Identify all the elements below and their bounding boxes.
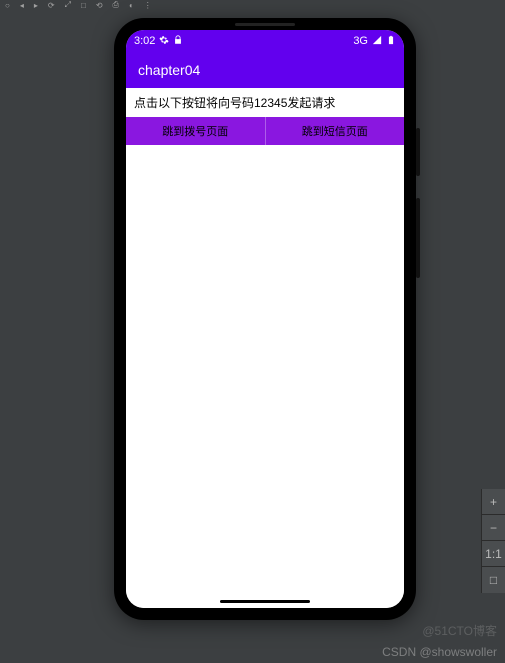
network-label: 3G xyxy=(353,35,368,47)
ide-toolbar-icon[interactable]: ◐ xyxy=(129,1,134,10)
ide-toolbar-icon[interactable]: ◂ xyxy=(20,1,24,10)
ide-toolbar-icon[interactable]: ⟳ xyxy=(48,1,55,10)
volume-button[interactable] xyxy=(416,198,420,278)
zoom-out-button[interactable]: − xyxy=(482,515,505,541)
emulator-zoom-controls: + − 1:1 □ xyxy=(481,489,505,593)
ide-toolbar: ○ ◂ ▸ ⟳ ⤢ □ ⟲ ⎙ ◐ ⋮ xyxy=(0,0,505,10)
lock-icon xyxy=(173,35,183,48)
watermark-secondary: @51CTO博客 xyxy=(422,622,497,639)
power-button[interactable] xyxy=(416,128,420,176)
ide-toolbar-icon[interactable]: ⤢ xyxy=(65,0,71,10)
nav-gesture-bar[interactable] xyxy=(220,600,310,603)
watermark-primary: CSDN @showswoller xyxy=(382,645,497,659)
sms-button[interactable]: 跳到短信页面 xyxy=(266,117,405,145)
gear-icon xyxy=(159,35,169,48)
ide-toolbar-icon[interactable]: ⟲ xyxy=(96,1,103,10)
status-bar: 3:02 3G xyxy=(126,30,404,52)
app-bar: chapter04 xyxy=(126,52,404,88)
phone-speaker xyxy=(235,23,295,26)
ide-toolbar-icon[interactable]: □ xyxy=(81,1,86,10)
ide-toolbar-icon[interactable]: ▸ xyxy=(34,1,38,10)
app-title: chapter04 xyxy=(138,62,200,78)
dial-button[interactable]: 跳到拨号页面 xyxy=(126,117,266,145)
zoom-fit-button[interactable]: □ xyxy=(482,567,505,593)
instruction-text: 点击以下按钮将向号码12345发起请求 xyxy=(126,88,404,117)
zoom-1to1-button[interactable]: 1:1 xyxy=(482,541,505,567)
app-content: 点击以下按钮将向号码12345发起请求 跳到拨号页面 跳到短信页面 xyxy=(126,88,404,608)
phone-screen: 3:02 3G chapter04 点击以 xyxy=(126,30,404,608)
ide-toolbar-icon[interactable]: ⎙ xyxy=(113,0,119,10)
ide-toolbar-icon[interactable]: ○ xyxy=(5,1,10,10)
status-time: 3:02 xyxy=(134,35,155,47)
button-row: 跳到拨号页面 跳到短信页面 xyxy=(126,117,404,145)
phone-frame: 3:02 3G chapter04 点击以 xyxy=(114,18,416,620)
signal-icon xyxy=(372,35,382,48)
battery-icon xyxy=(386,35,396,48)
ide-toolbar-icon[interactable]: ⋮ xyxy=(144,1,152,10)
zoom-in-button[interactable]: + xyxy=(482,489,505,515)
